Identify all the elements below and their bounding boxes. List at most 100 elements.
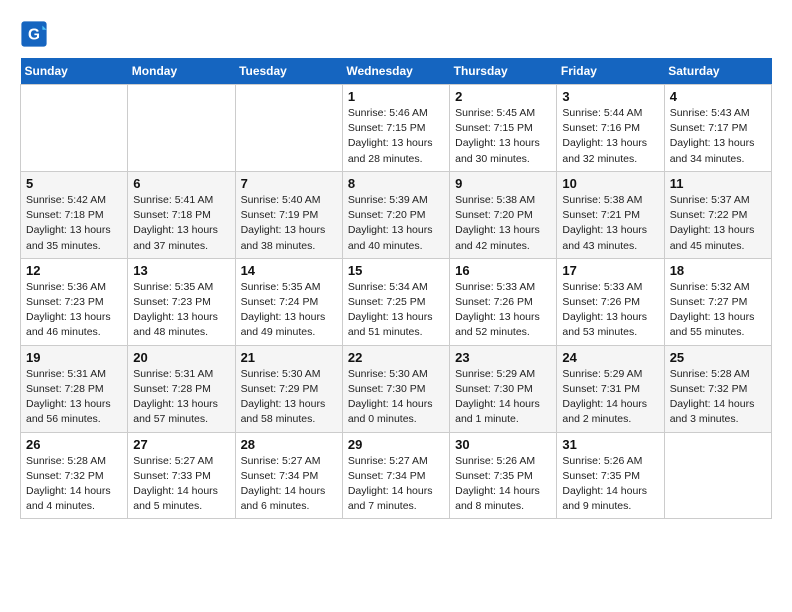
calendar-cell <box>128 85 235 172</box>
day-info: Sunrise: 5:26 AMSunset: 7:35 PMDaylight:… <box>455 454 551 515</box>
calendar-cell: 26Sunrise: 5:28 AMSunset: 7:32 PMDayligh… <box>21 432 128 519</box>
day-info: Sunrise: 5:42 AMSunset: 7:18 PMDaylight:… <box>26 193 122 254</box>
day-number: 9 <box>455 176 551 191</box>
calendar-header-monday: Monday <box>128 58 235 85</box>
calendar-cell: 29 Sunrise: 5:27 AMSunset: 7:34 PMDayligh… <box>342 432 449 519</box>
day-number: 13 <box>133 263 229 278</box>
day-info: Sunrise: 5:39 AMSunset: 7:20 PMDaylight:… <box>348 193 444 254</box>
day-number: 28 <box>241 437 337 452</box>
day-number: 19 <box>26 350 122 365</box>
day-info: Sunrise: 5:31 AMSunset: 7:28 PMDaylight:… <box>133 367 229 428</box>
logo: G <box>20 20 52 48</box>
day-info: Sunrise: 5:28 AMSunset: 7:32 PMDaylight:… <box>26 454 122 515</box>
calendar-cell: 4 Sunrise: 5:43 AMSunset: 7:17 PMDaylight… <box>664 85 771 172</box>
calendar-cell: 9 Sunrise: 5:38 AMSunset: 7:20 PMDaylight… <box>450 171 557 258</box>
calendar-table: SundayMondayTuesdayWednesdayThursdayFrid… <box>20 58 772 519</box>
calendar-week-row: 5 Sunrise: 5:42 AMSunset: 7:18 PMDaylight… <box>21 171 772 258</box>
calendar-cell: 2 Sunrise: 5:45 AMSunset: 7:15 PMDaylight… <box>450 85 557 172</box>
day-info: Sunrise: 5:29 AMSunset: 7:31 PMDaylight:… <box>562 367 658 428</box>
calendar-header-saturday: Saturday <box>664 58 771 85</box>
day-number: 5 <box>26 176 122 191</box>
calendar-cell: 25Sunrise: 5:28 AMSunset: 7:32 PMDayligh… <box>664 345 771 432</box>
calendar-cell: 22 Sunrise: 5:30 AMSunset: 7:30 PMDayligh… <box>342 345 449 432</box>
calendar-cell: 16 Sunrise: 5:33 AMSunset: 7:26 PMDayligh… <box>450 258 557 345</box>
calendar-cell: 17Sunrise: 5:33 AMSunset: 7:26 PMDayligh… <box>557 258 664 345</box>
calendar-cell: 1 Sunrise: 5:46 AMSunset: 7:15 PMDaylight… <box>342 85 449 172</box>
calendar-header-row: SundayMondayTuesdayWednesdayThursdayFrid… <box>21 58 772 85</box>
day-number: 18 <box>670 263 766 278</box>
calendar-cell <box>21 85 128 172</box>
day-number: 7 <box>241 176 337 191</box>
day-info: Sunrise: 5:46 AMSunset: 7:15 PMDaylight:… <box>348 106 444 167</box>
day-number: 29 <box>348 437 444 452</box>
day-number: 3 <box>562 89 658 104</box>
calendar-cell: 18 Sunrise: 5:32 AMSunset: 7:27 PMDayligh… <box>664 258 771 345</box>
day-number: 16 <box>455 263 551 278</box>
calendar-cell: 15 Sunrise: 5:34 AMSunset: 7:25 PMDayligh… <box>342 258 449 345</box>
page-header: G <box>20 20 772 48</box>
day-info: Sunrise: 5:27 AMSunset: 7:34 PMDaylight:… <box>348 454 444 515</box>
calendar-header-friday: Friday <box>557 58 664 85</box>
day-number: 14 <box>241 263 337 278</box>
logo-icon: G <box>20 20 48 48</box>
svg-text:G: G <box>28 27 40 44</box>
day-number: 20 <box>133 350 229 365</box>
calendar-cell: 30 Sunrise: 5:26 AMSunset: 7:35 PMDayligh… <box>450 432 557 519</box>
calendar-cell: 11Sunrise: 5:37 AMSunset: 7:22 PMDayligh… <box>664 171 771 258</box>
day-info: Sunrise: 5:27 AMSunset: 7:34 PMDaylight:… <box>241 454 337 515</box>
day-number: 2 <box>455 89 551 104</box>
day-info: Sunrise: 5:31 AMSunset: 7:28 PMDaylight:… <box>26 367 122 428</box>
day-info: Sunrise: 5:40 AMSunset: 7:19 PMDaylight:… <box>241 193 337 254</box>
calendar-cell: 27 Sunrise: 5:27 AMSunset: 7:33 PMDayligh… <box>128 432 235 519</box>
day-number: 15 <box>348 263 444 278</box>
day-info: Sunrise: 5:37 AMSunset: 7:22 PMDaylight:… <box>670 193 766 254</box>
day-number: 17 <box>562 263 658 278</box>
day-info: Sunrise: 5:28 AMSunset: 7:32 PMDaylight:… <box>670 367 766 428</box>
day-number: 8 <box>348 176 444 191</box>
calendar-cell: 24 Sunrise: 5:29 AMSunset: 7:31 PMDayligh… <box>557 345 664 432</box>
calendar-cell: 28 Sunrise: 5:27 AMSunset: 7:34 PMDayligh… <box>235 432 342 519</box>
calendar-cell: 23 Sunrise: 5:29 AMSunset: 7:30 PMDayligh… <box>450 345 557 432</box>
calendar-cell: 19 Sunrise: 5:31 AMSunset: 7:28 PMDayligh… <box>21 345 128 432</box>
day-info: Sunrise: 5:27 AMSunset: 7:33 PMDaylight:… <box>133 454 229 515</box>
calendar-cell <box>664 432 771 519</box>
day-info: Sunrise: 5:43 AMSunset: 7:17 PMDaylight:… <box>670 106 766 167</box>
day-number: 4 <box>670 89 766 104</box>
calendar-cell: 14Sunrise: 5:35 AMSunset: 7:24 PMDayligh… <box>235 258 342 345</box>
day-number: 24 <box>562 350 658 365</box>
calendar-cell: 8 Sunrise: 5:39 AMSunset: 7:20 PMDaylight… <box>342 171 449 258</box>
day-info: Sunrise: 5:41 AMSunset: 7:18 PMDaylight:… <box>133 193 229 254</box>
day-number: 27 <box>133 437 229 452</box>
calendar-week-row: 26Sunrise: 5:28 AMSunset: 7:32 PMDayligh… <box>21 432 772 519</box>
day-number: 22 <box>348 350 444 365</box>
calendar-cell: 13Sunrise: 5:35 AMSunset: 7:23 PMDayligh… <box>128 258 235 345</box>
calendar-week-row: 12 Sunrise: 5:36 AMSunset: 7:23 PMDayligh… <box>21 258 772 345</box>
day-info: Sunrise: 5:38 AMSunset: 7:21 PMDaylight:… <box>562 193 658 254</box>
calendar-cell: 21 Sunrise: 5:30 AMSunset: 7:29 PMDayligh… <box>235 345 342 432</box>
day-info: Sunrise: 5:36 AMSunset: 7:23 PMDaylight:… <box>26 280 122 341</box>
calendar-header-wednesday: Wednesday <box>342 58 449 85</box>
day-number: 30 <box>455 437 551 452</box>
day-info: Sunrise: 5:45 AMSunset: 7:15 PMDaylight:… <box>455 106 551 167</box>
day-number: 21 <box>241 350 337 365</box>
day-number: 31 <box>562 437 658 452</box>
day-number: 1 <box>348 89 444 104</box>
calendar-cell: 10 Sunrise: 5:38 AMSunset: 7:21 PMDayligh… <box>557 171 664 258</box>
day-info: Sunrise: 5:30 AMSunset: 7:29 PMDaylight:… <box>241 367 337 428</box>
day-info: Sunrise: 5:29 AMSunset: 7:30 PMDaylight:… <box>455 367 551 428</box>
day-number: 12 <box>26 263 122 278</box>
day-info: Sunrise: 5:34 AMSunset: 7:25 PMDaylight:… <box>348 280 444 341</box>
calendar-header-thursday: Thursday <box>450 58 557 85</box>
calendar-cell: 3 Sunrise: 5:44 AMSunset: 7:16 PMDaylight… <box>557 85 664 172</box>
day-info: Sunrise: 5:44 AMSunset: 7:16 PMDaylight:… <box>562 106 658 167</box>
day-number: 6 <box>133 176 229 191</box>
day-number: 23 <box>455 350 551 365</box>
day-info: Sunrise: 5:30 AMSunset: 7:30 PMDaylight:… <box>348 367 444 428</box>
day-info: Sunrise: 5:33 AMSunset: 7:26 PMDaylight:… <box>455 280 551 341</box>
day-info: Sunrise: 5:32 AMSunset: 7:27 PMDaylight:… <box>670 280 766 341</box>
calendar-cell: 5 Sunrise: 5:42 AMSunset: 7:18 PMDaylight… <box>21 171 128 258</box>
day-number: 10 <box>562 176 658 191</box>
day-info: Sunrise: 5:38 AMSunset: 7:20 PMDaylight:… <box>455 193 551 254</box>
calendar-cell <box>235 85 342 172</box>
day-info: Sunrise: 5:26 AMSunset: 7:35 PMDaylight:… <box>562 454 658 515</box>
